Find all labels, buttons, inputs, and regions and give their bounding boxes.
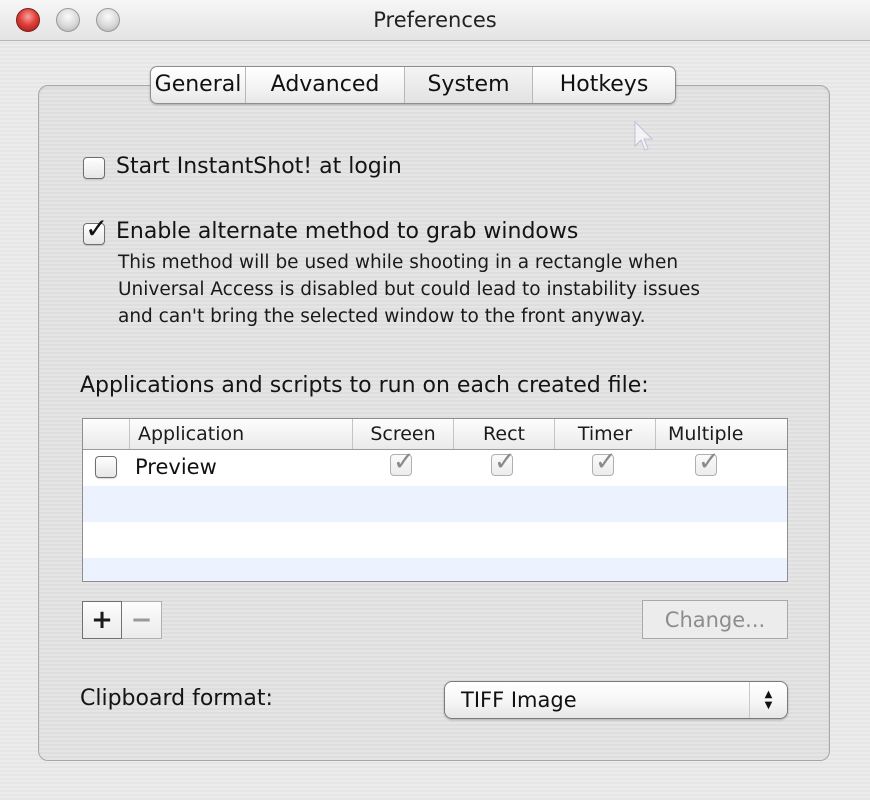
- checkmark-icon: ✓: [494, 447, 516, 477]
- column-header-application[interactable]: Application: [129, 419, 352, 449]
- column-header-enabled[interactable]: [83, 419, 129, 449]
- checkmark-icon: ✓: [85, 212, 109, 245]
- arrow-down-icon: ▼: [764, 700, 773, 711]
- table-row-empty: [83, 558, 787, 581]
- row-enabled-checkbox[interactable]: [95, 456, 117, 478]
- row-multiple-checkbox[interactable]: ✓: [695, 447, 720, 477]
- window-title: Preferences: [373, 8, 497, 32]
- add-app-button[interactable]: +: [82, 601, 122, 639]
- row-timer-checkbox[interactable]: ✓: [592, 447, 617, 477]
- arrow-up-icon: ▲: [764, 689, 773, 700]
- column-header-multiple[interactable]: Multiple: [655, 419, 787, 449]
- table-row-empty: [83, 522, 787, 558]
- start-at-login-checkbox[interactable]: [83, 157, 105, 179]
- tab-hotkeys[interactable]: Hotkeys: [533, 67, 675, 103]
- checkmark-icon: ✓: [595, 447, 617, 477]
- row-application-name: Preview: [135, 455, 217, 479]
- mouse-cursor-icon: [634, 120, 654, 151]
- apps-table: Application Screen Rect Timer Multiple P…: [82, 418, 788, 582]
- title-bar: Preferences: [0, 0, 870, 41]
- alternate-grab-checkbox[interactable]: ✓: [83, 215, 108, 245]
- table-row-empty: [83, 486, 787, 522]
- clipboard-format-select[interactable]: TIFF Image ▲ ▼: [444, 681, 788, 719]
- tab-general[interactable]: General: [151, 67, 246, 103]
- change-app-button[interactable]: Change...: [642, 600, 788, 639]
- alternate-grab-label[interactable]: Enable alternate method to grab windows: [116, 219, 578, 244]
- apps-table-header: Application Screen Rect Timer Multiple: [83, 419, 787, 450]
- column-header-rect[interactable]: Rect: [453, 419, 554, 449]
- tab-system[interactable]: System: [405, 67, 533, 103]
- tab-advanced[interactable]: Advanced: [246, 67, 405, 103]
- remove-app-button[interactable]: −: [122, 601, 162, 639]
- start-at-login-label[interactable]: Start InstantShot! at login: [116, 154, 402, 179]
- apps-section-heading: Applications and scripts to run on each …: [80, 373, 649, 398]
- row-screen-checkbox[interactable]: ✓: [390, 447, 415, 477]
- column-header-timer[interactable]: Timer: [554, 419, 655, 449]
- table-row[interactable]: Preview ✓ ✓ ✓ ✓: [83, 447, 787, 486]
- tab-bar: General Advanced System Hotkeys: [150, 66, 676, 104]
- column-header-screen[interactable]: Screen: [352, 419, 453, 449]
- row-rect-checkbox[interactable]: ✓: [491, 447, 516, 477]
- clipboard-format-value: TIFF Image: [461, 688, 577, 712]
- clipboard-format-label: Clipboard format:: [80, 686, 273, 711]
- alternate-grab-description: This method will be used while shooting …: [118, 252, 700, 327]
- checkmark-icon: ✓: [698, 447, 720, 477]
- popup-arrows-icon: ▲ ▼: [749, 682, 787, 718]
- checkmark-icon: ✓: [393, 447, 415, 477]
